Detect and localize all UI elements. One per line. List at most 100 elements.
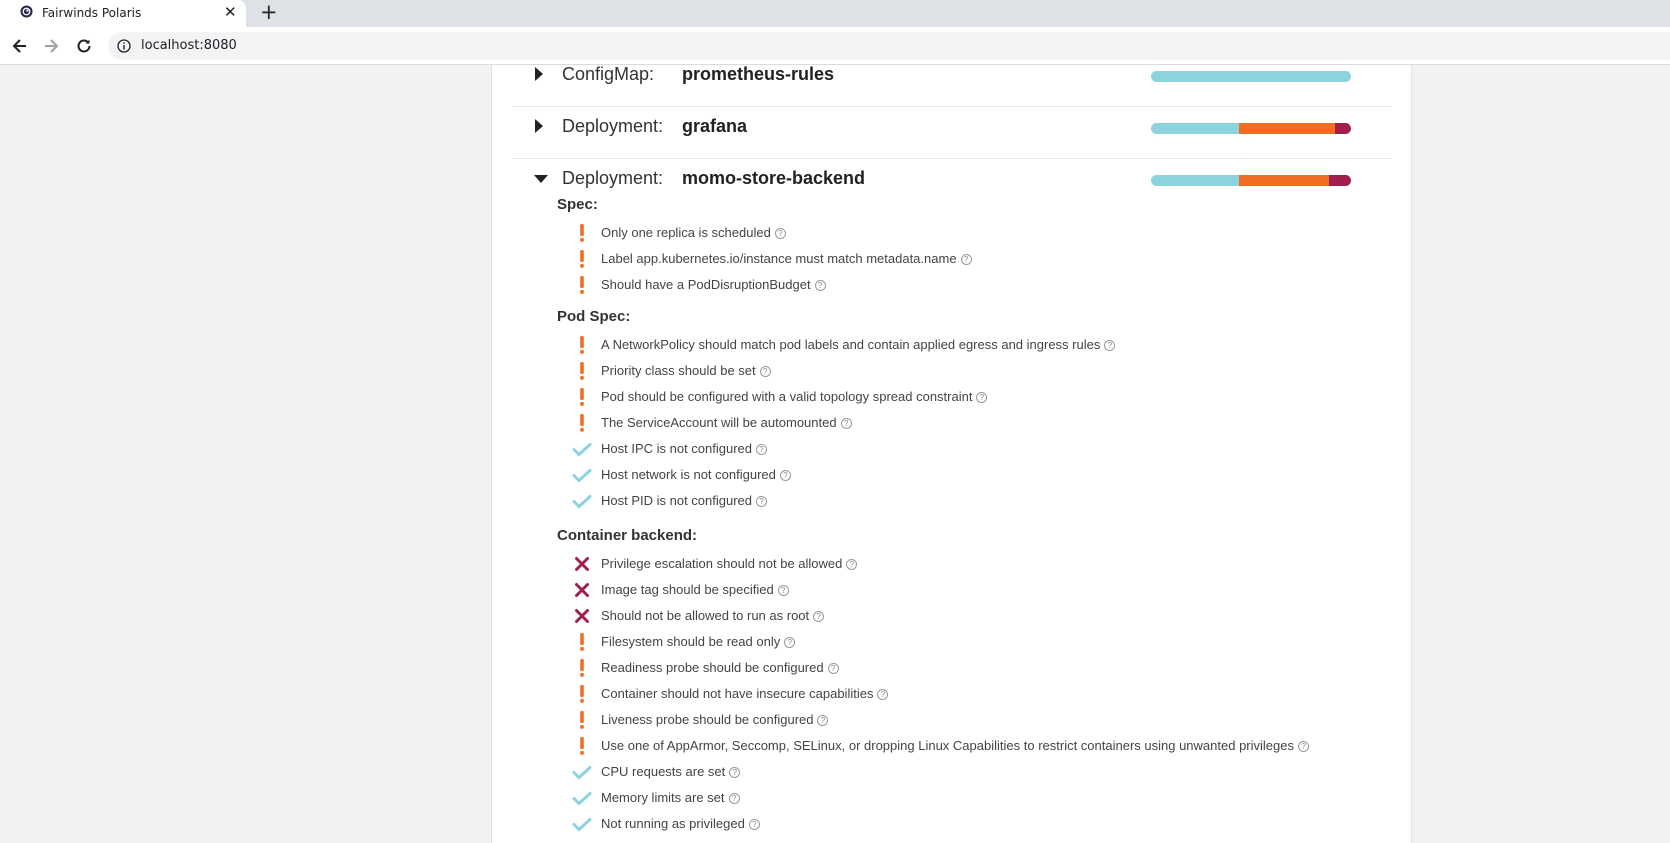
check-item: Should not be allowed to run as root? [572, 606, 1372, 626]
score-segment-danger [1335, 123, 1351, 134]
caret-right-icon[interactable] [534, 119, 544, 133]
resource-kind: Deployment: [562, 116, 664, 136]
check-item: Memory limits are set? [572, 788, 1372, 808]
check-text: Host PID is not configured? [601, 493, 768, 508]
score-bar [1151, 123, 1351, 134]
help-icon[interactable]: ? [774, 228, 786, 239]
check-item: Should have a PodDisruptionBudget? [572, 275, 1372, 295]
check-item: A NetworkPolicy should match pod labels … [572, 335, 1372, 355]
resource-kind: Deployment: [562, 168, 664, 188]
reload-icon[interactable] [74, 36, 94, 56]
help-icon[interactable]: ? [813, 611, 825, 622]
check-item: Liveness probe should be configured? [572, 710, 1372, 730]
check-text: Label app.kubernetes.io/instance must ma… [601, 251, 972, 266]
check-item: Pod should be configured with a valid to… [572, 387, 1372, 407]
help-icon[interactable]: ? [840, 418, 852, 429]
warning-icon [572, 736, 592, 756]
check-text: Pod should be configured with a valid to… [601, 389, 988, 404]
help-icon[interactable]: ? [960, 254, 972, 265]
check-icon [572, 788, 592, 808]
caret-right-icon[interactable] [534, 67, 544, 81]
check-icon [572, 465, 592, 485]
check-text: Host IPC is not configured? [601, 441, 768, 456]
results-card: ConfigMap: prometheus-rules Deployment: … [491, 65, 1412, 843]
help-icon[interactable]: ? [1298, 741, 1309, 752]
check-item: Only one replica is scheduled? [572, 223, 1372, 243]
help-icon[interactable]: ? [777, 585, 789, 596]
warning-icon [572, 684, 592, 704]
section-title: Container backend: [557, 527, 698, 544]
check-item: Image tag should be specified? [572, 580, 1372, 600]
help-icon[interactable]: ? [748, 819, 760, 830]
help-icon[interactable]: ? [846, 559, 858, 570]
help-icon[interactable]: ? [1104, 340, 1116, 351]
check-item: Host PID is not configured? [572, 491, 1372, 511]
resource-row-momo-store-backend[interactable]: Deployment: momo-store-backend [512, 159, 1392, 199]
warning-icon [572, 249, 592, 269]
check-item: Container should not have insecure capab… [572, 684, 1372, 704]
warning-icon [572, 710, 592, 730]
check-item: Host network is not configured? [572, 465, 1372, 485]
score-segment-passing [1151, 71, 1351, 82]
help-icon[interactable]: ? [759, 366, 771, 377]
x-icon [572, 606, 592, 626]
check-item: Privilege escalation should not be allow… [572, 554, 1372, 574]
check-text: The ServiceAccount will be automounted? [601, 415, 852, 430]
help-icon[interactable]: ? [784, 637, 796, 648]
check-text: Should have a PodDisruptionBudget? [601, 277, 826, 292]
check-text: CPU requests are set? [601, 764, 741, 779]
help-icon[interactable]: ? [976, 392, 988, 403]
warning-icon [572, 361, 592, 381]
help-icon[interactable]: ? [756, 496, 768, 507]
back-arrow-icon[interactable] [10, 36, 30, 56]
browser-tab[interactable]: Fairwinds Polaris ✕ [0, 0, 246, 27]
resource-row-prometheus-rules[interactable]: ConfigMap: prometheus-rules [512, 65, 1392, 107]
x-icon [572, 554, 592, 574]
help-icon[interactable]: ? [817, 715, 829, 726]
score-bar [1151, 175, 1351, 186]
warning-icon [572, 387, 592, 407]
help-icon[interactable]: ? [814, 280, 826, 291]
check-item: Readiness probe should be configured? [572, 658, 1372, 678]
help-icon[interactable]: ? [756, 444, 768, 455]
new-tab-button[interactable]: + [260, 0, 278, 24]
warning-icon [572, 658, 592, 678]
page-viewport[interactable]: ConfigMap: prometheus-rules Deployment: … [0, 65, 1670, 843]
resource-kind: ConfigMap: [562, 65, 655, 84]
resource-name: grafana [682, 116, 748, 136]
site-info-icon[interactable] [117, 39, 131, 53]
score-bar [1151, 71, 1351, 82]
tab-close-icon[interactable]: ✕ [224, 3, 237, 21]
help-icon[interactable]: ? [877, 689, 889, 700]
check-item: The ServiceAccount will be automounted? [572, 413, 1372, 433]
resource-name: momo-store-backend [682, 168, 866, 188]
check-text: Not running as privileged? [601, 816, 760, 831]
x-icon [572, 580, 592, 600]
check-item: Use one of AppArmor, Seccomp, SELinux, o… [572, 736, 1372, 756]
forward-arrow-icon[interactable] [41, 36, 61, 56]
check-icon [572, 491, 592, 511]
help-icon[interactable]: ? [728, 793, 740, 804]
score-segment-passing [1151, 123, 1239, 134]
check-item: CPU requests are set? [572, 762, 1372, 782]
section-title: Spec: [557, 196, 598, 213]
help-icon[interactable]: ? [827, 663, 839, 674]
check-text: Filesystem should be read only? [601, 634, 796, 649]
caret-down-icon[interactable] [534, 174, 548, 184]
resource-row-grafana[interactable]: Deployment: grafana [512, 107, 1392, 159]
check-item: Filesystem should be read only? [572, 632, 1372, 652]
check-icon [572, 439, 592, 459]
warning-icon [572, 413, 592, 433]
tab-title: Fairwinds Polaris [42, 6, 142, 20]
help-icon[interactable]: ? [779, 470, 791, 481]
url-text: localhost:8080 [141, 38, 237, 53]
resource-name: prometheus-rules [682, 65, 835, 84]
address-bar[interactable] [108, 32, 1670, 60]
warning-icon [572, 223, 592, 243]
help-icon[interactable]: ? [729, 767, 741, 778]
check-item: Label app.kubernetes.io/instance must ma… [572, 249, 1372, 269]
check-text: Priority class should be set? [601, 363, 771, 378]
check-item: Host IPC is not configured? [572, 439, 1372, 459]
check-text: Privilege escalation should not be allow… [601, 556, 858, 571]
check-item: Priority class should be set? [572, 361, 1372, 381]
